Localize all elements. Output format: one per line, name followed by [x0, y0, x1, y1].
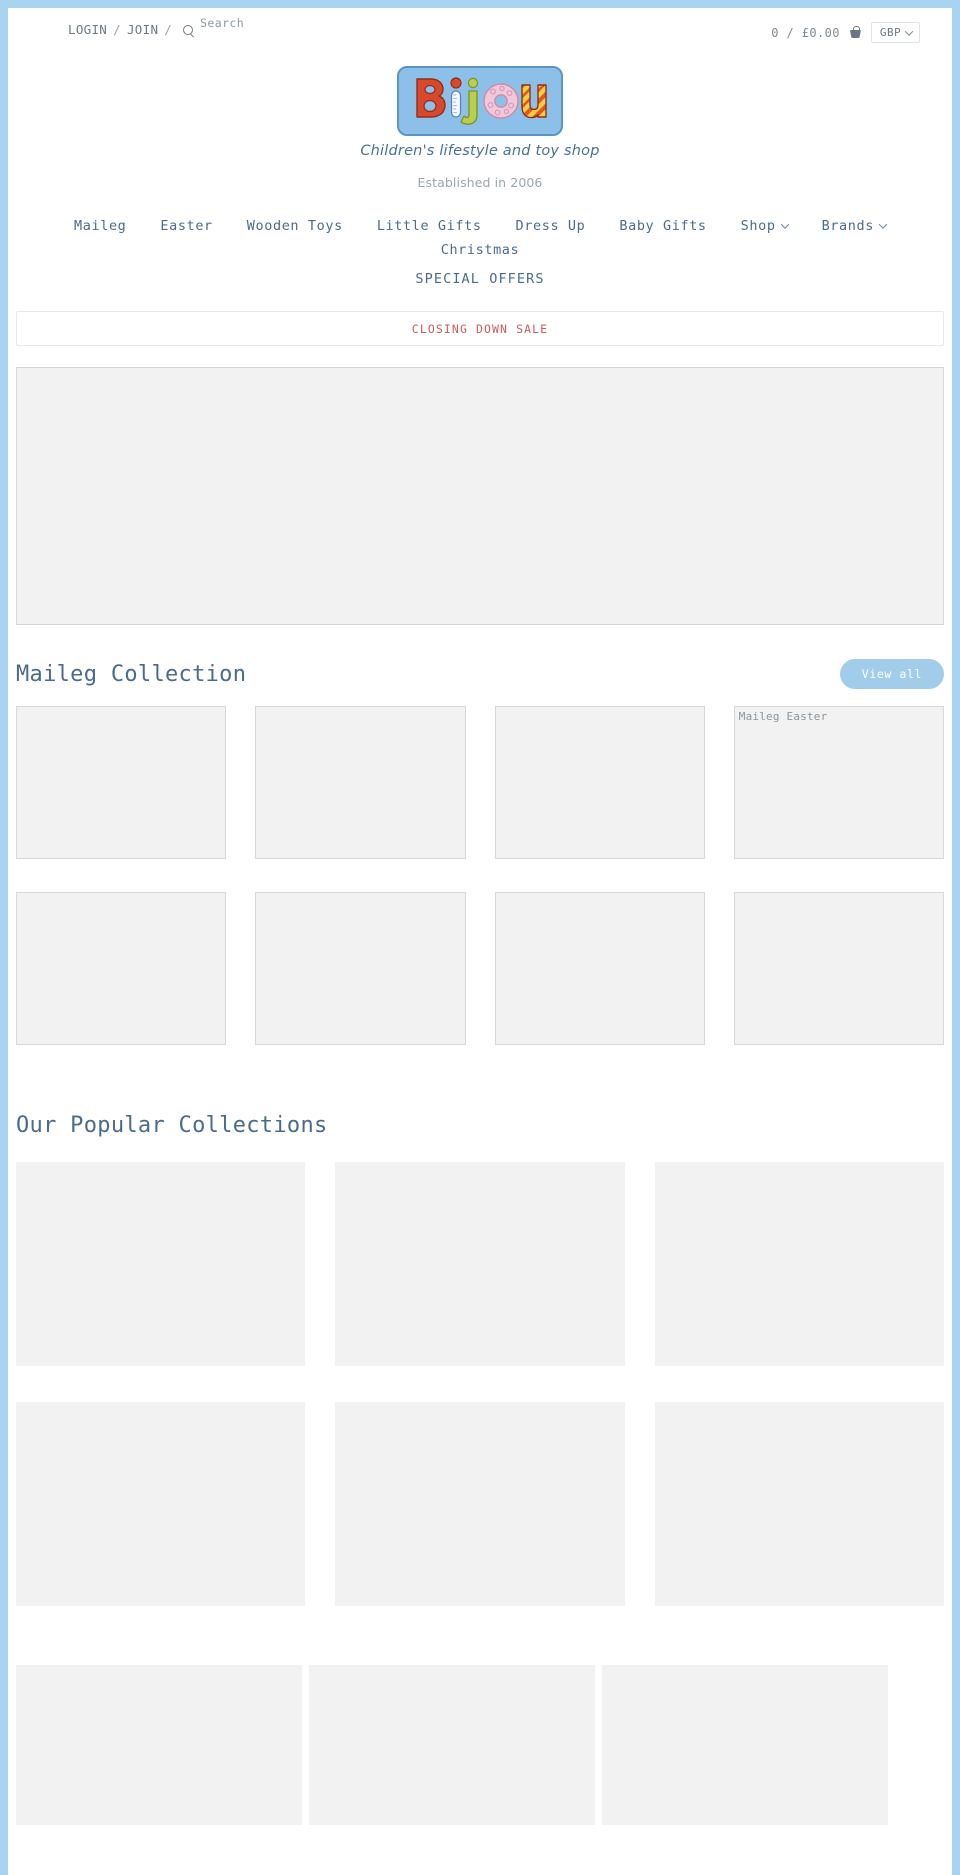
nav-item-brands[interactable]: Brands	[805, 214, 903, 238]
product-card[interactable]	[16, 892, 227, 1045]
utility-left-group: LOGIN / JOIN / Search	[68, 16, 244, 38]
bottom-band-grid	[16, 1665, 888, 1825]
nav-label: Shop	[740, 218, 776, 234]
chevron-down-icon	[780, 220, 789, 229]
popular-collections-header: Our Popular Collections	[16, 1113, 944, 1138]
bijou-logo-icon	[416, 77, 547, 125]
main-navigation: Maileg Easter Wooden Toys Little Gifts D…	[8, 214, 952, 287]
currency-value: GBP	[879, 26, 901, 39]
product-image-alt: Maileg Easter	[738, 710, 828, 723]
search-icon[interactable]	[183, 25, 196, 38]
collection-card[interactable]	[16, 1162, 306, 1366]
closing-down-sale-banner[interactable]: CLOSING DOWN SALE	[16, 311, 944, 346]
maileg-section-header: Maileg Collection View all	[16, 659, 944, 689]
chevron-down-icon	[904, 26, 914, 36]
page-title-popular-collections: Our Popular Collections	[16, 1113, 328, 1138]
maileg-product-grid-row2	[16, 892, 944, 1045]
product-card[interactable]: Maileg Easter	[733, 706, 944, 859]
nav-label: Brands	[821, 218, 874, 234]
utility-bar: LOGIN / JOIN / Search 0 / £0.00 GBP	[8, 8, 952, 54]
nav-item-little-gifts[interactable]: Little Gifts	[360, 214, 499, 238]
currency-selector[interactable]: GBP	[870, 22, 920, 43]
basket-icon[interactable]	[849, 26, 862, 39]
nav-label: Baby Gifts	[619, 218, 707, 234]
collection-card[interactable]	[654, 1402, 944, 1606]
page-title-maileg: Maileg Collection	[16, 661, 247, 687]
nav-label: Christmas	[440, 242, 520, 258]
product-card[interactable]	[733, 892, 944, 1045]
collection-card[interactable]	[335, 1402, 625, 1606]
closing-down-sale-text: CLOSING DOWN SALE	[411, 321, 549, 336]
nav-label: Maileg	[74, 218, 127, 234]
nav-label: Wooden Toys	[246, 218, 343, 234]
nav-item-shop[interactable]: Shop	[724, 214, 805, 238]
search-input[interactable]: Search	[200, 16, 244, 30]
collection-card[interactable]	[16, 1402, 306, 1606]
utility-right-group: 0 / £0.00 GBP	[771, 22, 920, 43]
nav-item-christmas[interactable]: Christmas	[424, 238, 537, 262]
band-card[interactable]	[16, 1665, 302, 1825]
band-card[interactable]	[602, 1665, 888, 1825]
popular-collections-grid-row2	[16, 1402, 944, 1606]
product-card[interactable]	[255, 892, 466, 1045]
collection-card[interactable]	[335, 1162, 625, 1366]
nav-item-maileg[interactable]: Maileg	[57, 214, 143, 238]
nav-row-primary: Maileg Easter Wooden Toys Little Gifts D…	[8, 214, 952, 262]
nav-item-dress-up[interactable]: Dress Up	[499, 214, 603, 238]
brand-tagline: Children's lifestyle and toy shop	[360, 143, 600, 159]
product-card[interactable]	[494, 892, 705, 1045]
product-card[interactable]	[16, 706, 227, 859]
established-text: Established in 2006	[417, 175, 543, 190]
cart-summary[interactable]: 0 / £0.00	[771, 26, 840, 40]
maileg-product-grid-row1: Maileg Easter	[16, 706, 944, 859]
browser-viewport: LOGIN / JOIN / Search 0 / £0.00 GBP Chil…	[0, 0, 960, 1875]
nav-item-easter[interactable]: Easter	[143, 214, 229, 238]
popular-collections-grid-row1	[16, 1162, 944, 1366]
nav-item-baby-gifts[interactable]: Baby Gifts	[602, 214, 723, 238]
nav-item-special-offers[interactable]: SPECIAL OFFERS	[415, 271, 544, 287]
view-all-button[interactable]: View all	[839, 659, 944, 689]
page-content: LOGIN / JOIN / Search 0 / £0.00 GBP Chil…	[8, 8, 952, 1875]
nav-label: Dress Up	[515, 218, 586, 234]
collection-card[interactable]	[654, 1162, 944, 1366]
band-card[interactable]	[309, 1665, 595, 1825]
utility-separator-1: /	[113, 22, 121, 37]
nav-item-wooden-toys[interactable]: Wooden Toys	[230, 214, 360, 238]
hero-banner-image[interactable]	[16, 367, 944, 625]
product-card[interactable]	[255, 706, 466, 859]
utility-separator-2: /	[164, 22, 173, 37]
site-logo[interactable]	[397, 66, 563, 136]
login-link[interactable]: LOGIN	[68, 22, 107, 37]
nav-label: Little Gifts	[376, 218, 482, 234]
brand-header: Children's lifestyle and toy shop	[8, 66, 952, 159]
chevron-down-icon	[878, 220, 888, 229]
search-control[interactable]: Search	[183, 16, 244, 38]
product-card[interactable]	[494, 706, 705, 859]
nav-row-secondary: SPECIAL OFFERS	[8, 271, 952, 287]
nav-label: Easter	[160, 218, 213, 234]
join-link[interactable]: JOIN	[127, 22, 158, 37]
